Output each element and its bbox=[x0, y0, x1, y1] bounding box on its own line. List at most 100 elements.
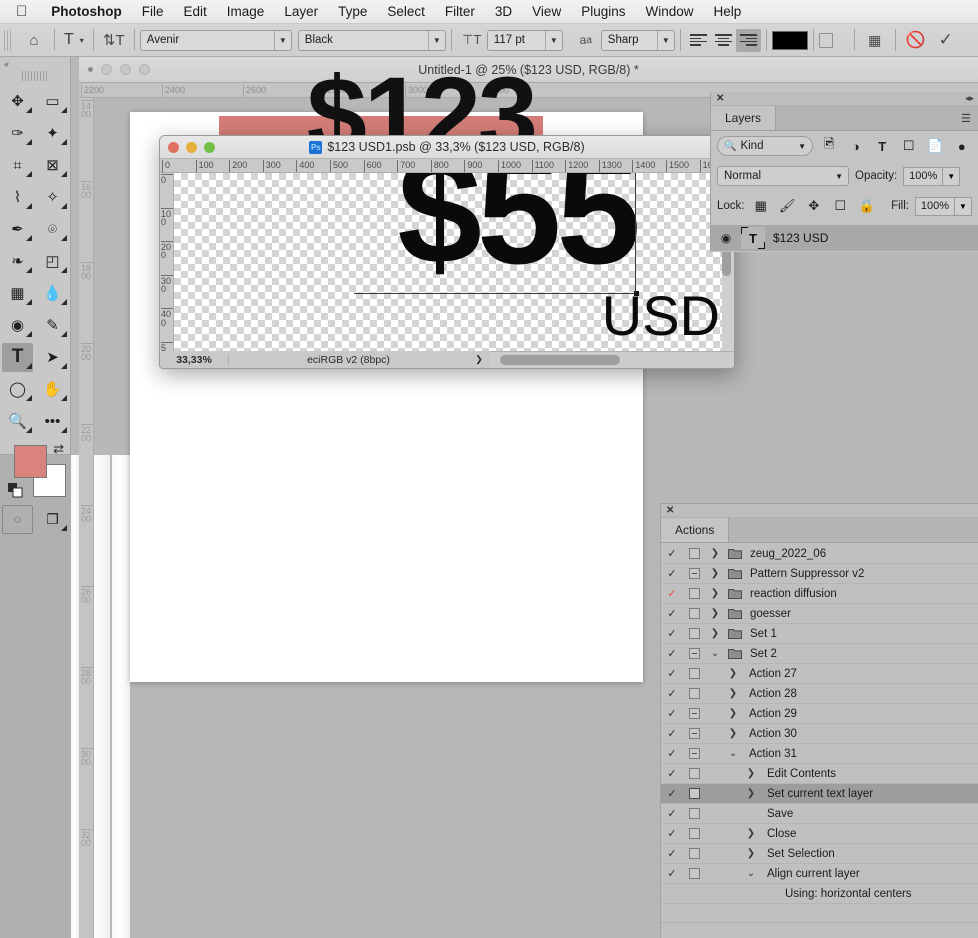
frame-tool-icon[interactable]: ⊠ bbox=[35, 149, 70, 181]
tools-panel-grip[interactable] bbox=[22, 71, 48, 81]
chevron-right-icon[interactable]: ❯ bbox=[741, 828, 761, 839]
action-toggle-check-icon[interactable]: ✓ bbox=[661, 567, 683, 580]
action-dialog-toggle-icon[interactable] bbox=[683, 848, 705, 859]
lock-artboard-icon[interactable]: ☐ bbox=[830, 196, 851, 216]
action-dialog-toggle-icon[interactable] bbox=[683, 688, 705, 699]
action-toggle-check-icon[interactable]: ✓ bbox=[661, 707, 683, 720]
opacity-stepper[interactable]: ▼ bbox=[943, 166, 961, 186]
actions-row[interactable]: ✓ ⌄ Set 2 bbox=[661, 644, 978, 664]
actions-row[interactable]: ✓ ❯ reaction diffusion bbox=[661, 584, 978, 604]
actions-row[interactable]: ✓ ⌄ Action 31 bbox=[661, 744, 978, 764]
action-toggle-check-icon[interactable]: ✓ bbox=[661, 607, 683, 620]
action-dialog-toggle-icon[interactable] bbox=[683, 568, 705, 579]
anti-alias-select[interactable]: Sharp ▼ bbox=[600, 29, 675, 51]
panel-menu-icon[interactable]: ☰ bbox=[954, 106, 978, 130]
align-center-icon[interactable] bbox=[711, 29, 736, 52]
outer-zoom-button[interactable] bbox=[139, 64, 150, 75]
font-family-select[interactable]: Avenir ▼ bbox=[139, 29, 292, 51]
text-bounding-box[interactable]: $55 bbox=[354, 173, 641, 296]
chevron-right-icon[interactable]: ❯ bbox=[705, 588, 725, 599]
menu-item-3d[interactable]: 3D bbox=[485, 4, 522, 19]
lock-all-icon[interactable]: 🔒 bbox=[857, 196, 878, 216]
opacity-input[interactable]: 100% bbox=[903, 166, 944, 186]
dodge-tool-icon[interactable]: ◉ bbox=[0, 309, 35, 341]
filter-toggle-icon[interactable]: ● bbox=[952, 136, 973, 156]
lock-transparency-icon[interactable]: ▦ bbox=[751, 196, 772, 216]
toggle-panels-icon[interactable]: ▦ bbox=[860, 28, 890, 52]
chevron-down-icon[interactable]: ⌄ bbox=[723, 748, 743, 759]
actions-row[interactable]: ✓ ❯ Close bbox=[661, 824, 978, 844]
text-color-swatch[interactable] bbox=[771, 30, 808, 50]
chevron-right-icon[interactable]: ❯ bbox=[468, 354, 490, 365]
menu-item-filter[interactable]: Filter bbox=[435, 4, 485, 19]
action-toggle-check-icon[interactable]: ✓ bbox=[661, 667, 683, 680]
shape-filter-icon[interactable]: ☐ bbox=[899, 136, 920, 156]
more-tools-icon[interactable]: ••• bbox=[35, 405, 70, 437]
inner-document-titlebar[interactable]: Ps $123 USD1.psb @ 33,3% ($123 USD, RGB/… bbox=[160, 136, 734, 159]
menu-item-photoshop[interactable]: Photoshop bbox=[41, 4, 132, 19]
scroll-thumb[interactable] bbox=[500, 355, 620, 365]
action-dialog-toggle-icon[interactable] bbox=[683, 548, 705, 559]
close-icon[interactable]: ✕ bbox=[666, 505, 674, 516]
eraser-tool-icon[interactable]: ◰ bbox=[35, 245, 70, 277]
action-dialog-toggle-icon[interactable] bbox=[683, 628, 705, 639]
chevron-down-icon[interactable]: ⌄ bbox=[705, 648, 725, 659]
hand-tool-icon[interactable]: ✋ bbox=[35, 373, 70, 405]
collapse-icon[interactable]: ◂▸ bbox=[965, 93, 974, 104]
chevron-right-icon[interactable]: ❯ bbox=[723, 728, 743, 739]
action-toggle-check-icon[interactable]: ✓ bbox=[661, 867, 683, 880]
inner-window-controls[interactable] bbox=[168, 142, 215, 153]
chevron-right-icon[interactable]: ❯ bbox=[705, 548, 725, 559]
gradient-tool-icon[interactable]: ▦ bbox=[0, 277, 35, 309]
tab-actions[interactable]: Actions bbox=[661, 518, 730, 542]
warp-text-icon[interactable]: ⃞ bbox=[819, 28, 849, 52]
action-toggle-check-icon[interactable]: ✓ bbox=[661, 747, 683, 760]
actions-row[interactable]: Using: horizontal centers bbox=[661, 884, 978, 904]
inner-minimize-button[interactable] bbox=[186, 142, 197, 153]
chevron-right-icon[interactable]: ❯ bbox=[723, 668, 743, 679]
inner-close-button[interactable] bbox=[168, 142, 179, 153]
menu-item-window[interactable]: Window bbox=[635, 4, 703, 19]
path-selection-tool-icon[interactable]: ➤ bbox=[35, 341, 70, 373]
swap-colors-icon[interactable]: ⇄ bbox=[53, 441, 64, 457]
action-dialog-toggle-icon[interactable] bbox=[683, 808, 705, 819]
lock-position-icon[interactable]: ✥ bbox=[804, 196, 825, 216]
actions-row[interactable]: ✓ ⌄ Align current layer bbox=[661, 864, 978, 884]
font-size-input[interactable]: 117 pt ▼ bbox=[486, 29, 563, 51]
layer-thumbnail[interactable]: T bbox=[741, 227, 765, 249]
chevron-right-icon[interactable]: ❯ bbox=[723, 688, 743, 699]
actions-row[interactable]: ✓ ❯ Action 29 bbox=[661, 704, 978, 724]
chevron-right-icon[interactable]: ❯ bbox=[705, 608, 725, 619]
align-right-icon[interactable] bbox=[735, 28, 761, 52]
zoom-level[interactable]: 33,33% bbox=[160, 354, 228, 366]
eye-icon[interactable]: ◉ bbox=[719, 231, 733, 245]
chevron-right-icon[interactable]: ❯ bbox=[741, 788, 761, 799]
text-orientation-icon[interactable]: ⇅T bbox=[99, 28, 129, 52]
smart-object-filter-icon[interactable]: 📄 bbox=[925, 136, 946, 156]
marquee-tool-icon[interactable]: ▭ bbox=[35, 85, 70, 117]
options-bar-grip[interactable] bbox=[4, 29, 13, 51]
chevron-right-icon[interactable]: ❯ bbox=[723, 708, 743, 719]
type-filter-icon[interactable]: T bbox=[872, 136, 893, 156]
actions-row[interactable]: ✓ ❯ Set current text layer bbox=[661, 784, 978, 804]
blend-mode-select[interactable]: Normal ▼ bbox=[717, 166, 849, 186]
menu-item-view[interactable]: View bbox=[522, 4, 571, 19]
pixel-filter-icon[interactable]: 🖻 bbox=[819, 136, 840, 156]
outer-close-button[interactable] bbox=[101, 64, 112, 75]
action-dialog-toggle-icon[interactable] bbox=[683, 768, 705, 779]
default-colors-icon[interactable] bbox=[8, 483, 23, 503]
type-tool-icon[interactable]: T ▾ bbox=[60, 28, 88, 52]
actions-row[interactable]: ✓ ❯ Set Selection bbox=[661, 844, 978, 864]
actions-row[interactable]: ✓ ❯ zeug_2022_06 bbox=[661, 544, 978, 564]
menu-item-file[interactable]: File bbox=[132, 4, 174, 19]
action-toggle-check-icon[interactable]: ✓ bbox=[661, 647, 683, 660]
action-dialog-toggle-icon[interactable] bbox=[683, 708, 705, 719]
fill-stepper[interactable]: ▼ bbox=[954, 196, 972, 216]
ellipse-tool-icon[interactable]: ◯ bbox=[0, 373, 35, 405]
outer-minimize-button[interactable] bbox=[120, 64, 131, 75]
action-dialog-toggle-icon[interactable] bbox=[683, 608, 705, 619]
outer-window-controls[interactable] bbox=[88, 64, 150, 75]
blur-tool-icon[interactable]: 💧 bbox=[35, 277, 70, 309]
layer-item[interactable]: ◉ T $123 USD bbox=[711, 225, 978, 251]
action-toggle-check-icon[interactable]: ✓ bbox=[661, 547, 683, 560]
